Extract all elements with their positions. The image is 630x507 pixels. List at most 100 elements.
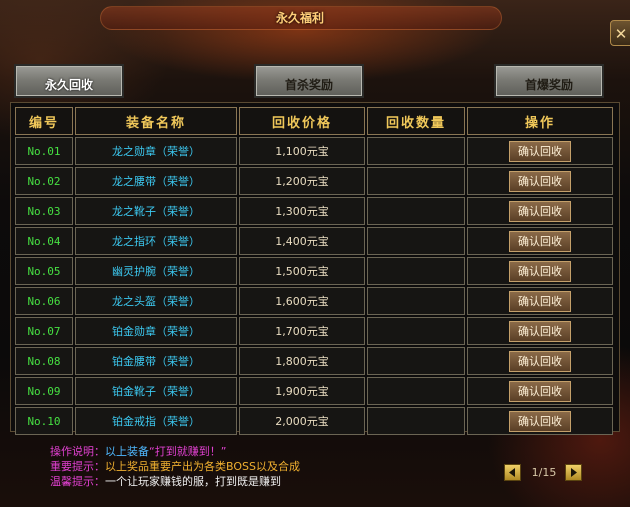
recycle-price: 1,500元宝: [239, 257, 365, 285]
recycle-price: 2,000元宝: [239, 407, 365, 435]
header-item-name: 装备名称: [75, 107, 237, 135]
notes-panel: 操作说明：以上装备“打到就赚到！” 重要提示：以上奖品重要产出为各类BOSS以及…: [50, 444, 300, 489]
confirm-recycle-button[interactable]: 确认回收: [509, 200, 571, 222]
recycle-quantity: [367, 257, 465, 285]
important-note-label: 重要提示：: [50, 460, 105, 473]
action-cell: 确认回收: [467, 137, 613, 165]
recycle-table: 编号 装备名称 回收价格 回收数量 操作 No.01 龙之勋章（荣誉） 1,10…: [13, 105, 615, 437]
table-row: No.04 龙之指环（荣誉） 1,400元宝 确认回收: [15, 227, 613, 255]
action-cell: 确认回收: [467, 227, 613, 255]
action-cell: 确认回收: [467, 257, 613, 285]
item-name: 龙之指环（荣誉）: [75, 227, 237, 255]
item-name: 龙之头盔（荣誉）: [75, 287, 237, 315]
table-row: No.03 龙之靴子（荣誉） 1,300元宝 确认回收: [15, 197, 613, 225]
next-page-button[interactable]: [565, 464, 582, 481]
header-recycle-price: 回收价格: [239, 107, 365, 135]
recycle-window: 永久福利 ✕ 永久回收 首杀奖励 首爆奖励 编号 装备名称 回收价格 回收数量 …: [0, 0, 630, 507]
row-number: No.01: [15, 137, 73, 165]
recycle-quantity: [367, 317, 465, 345]
confirm-recycle-button[interactable]: 确认回收: [509, 290, 571, 312]
confirm-recycle-button[interactable]: 确认回收: [509, 410, 571, 432]
recycle-quantity: [367, 407, 465, 435]
recycle-quantity: [367, 137, 465, 165]
table-row: No.10 铂金戒指（荣誉） 2,000元宝 确认回收: [15, 407, 613, 435]
row-number: No.09: [15, 377, 73, 405]
item-name: 龙之靴子（荣誉）: [75, 197, 237, 225]
action-cell: 确认回收: [467, 197, 613, 225]
table-row: No.06 龙之头盔（荣誉） 1,600元宝 确认回收: [15, 287, 613, 315]
tab-permanent-recycle[interactable]: 永久回收: [14, 64, 124, 98]
action-cell: 确认回收: [467, 287, 613, 315]
recycle-quantity: [367, 377, 465, 405]
operation-note: 操作说明：以上装备“打到就赚到！”: [50, 444, 300, 459]
recycle-price: 1,700元宝: [239, 317, 365, 345]
tab-first-drop-reward[interactable]: 首爆奖励: [494, 64, 604, 98]
item-name: 龙之腰带（荣誉）: [75, 167, 237, 195]
close-icon: ✕: [614, 25, 628, 43]
recycle-price: 1,100元宝: [239, 137, 365, 165]
action-cell: 确认回收: [467, 407, 613, 435]
tab-first-kill-reward[interactable]: 首杀奖励: [254, 64, 364, 98]
item-name: 铂金勋章（荣誉）: [75, 317, 237, 345]
triangle-left-icon: [509, 468, 515, 477]
header-number: 编号: [15, 107, 73, 135]
confirm-recycle-button[interactable]: 确认回收: [509, 320, 571, 342]
table-row: No.09 铂金靴子（荣誉） 1,900元宝 确认回收: [15, 377, 613, 405]
recycle-quantity: [367, 347, 465, 375]
row-number: No.10: [15, 407, 73, 435]
close-button[interactable]: ✕: [610, 20, 630, 46]
table-header-row: 编号 装备名称 回收价格 回收数量 操作: [15, 107, 613, 135]
row-number: No.08: [15, 347, 73, 375]
important-note: 重要提示：以上奖品重要产出为各类BOSS以及合成: [50, 459, 300, 474]
row-number: No.02: [15, 167, 73, 195]
important-note-text: 以上奖品重要产出为各类BOSS以及合成: [105, 460, 300, 473]
item-name: 铂金靴子（荣誉）: [75, 377, 237, 405]
row-number: No.06: [15, 287, 73, 315]
recycle-price: 1,900元宝: [239, 377, 365, 405]
table-row: No.05 幽灵护腕（荣誉） 1,500元宝 确认回收: [15, 257, 613, 285]
page-indicator: 1/15: [531, 466, 557, 479]
header-action: 操作: [467, 107, 613, 135]
confirm-recycle-button[interactable]: 确认回收: [509, 230, 571, 252]
warm-note-text: 一个让玩家赚钱的服，打到既是赚到: [105, 475, 281, 488]
action-cell: 确认回收: [467, 347, 613, 375]
recycle-quantity: [367, 227, 465, 255]
recycle-price: 1,300元宝: [239, 197, 365, 225]
operation-note-label: 操作说明：: [50, 445, 105, 458]
recycle-quantity: [367, 197, 465, 225]
operation-note-text: 以上装备: [105, 445, 149, 458]
recycle-quantity: [367, 287, 465, 315]
confirm-recycle-button[interactable]: 确认回收: [509, 170, 571, 192]
recycle-price: 1,400元宝: [239, 227, 365, 255]
confirm-recycle-button[interactable]: 确认回收: [509, 350, 571, 372]
recycle-price: 1,800元宝: [239, 347, 365, 375]
warm-note: 温馨提示：一个让玩家赚钱的服，打到既是赚到: [50, 474, 300, 489]
window-title: 永久福利: [275, 11, 324, 25]
confirm-recycle-button[interactable]: 确认回收: [509, 140, 571, 162]
triangle-right-icon: [571, 468, 577, 477]
row-number: No.04: [15, 227, 73, 255]
confirm-recycle-button[interactable]: 确认回收: [509, 380, 571, 402]
item-name: 龙之勋章（荣誉）: [75, 137, 237, 165]
recycle-table-panel: 编号 装备名称 回收价格 回收数量 操作 No.01 龙之勋章（荣誉） 1,10…: [10, 102, 620, 435]
item-name: 铂金戒指（荣誉）: [75, 407, 237, 435]
table-row: No.07 铂金勋章（荣誉） 1,700元宝 确认回收: [15, 317, 613, 345]
item-name: 铂金腰带（荣誉）: [75, 347, 237, 375]
recycle-price: 1,200元宝: [239, 167, 365, 195]
recycle-price: 1,600元宝: [239, 287, 365, 315]
table-row: No.08 铂金腰带（荣誉） 1,800元宝 确认回收: [15, 347, 613, 375]
action-cell: 确认回收: [467, 377, 613, 405]
prev-page-button[interactable]: [504, 464, 521, 481]
header-recycle-quantity: 回收数量: [367, 107, 465, 135]
row-number: No.03: [15, 197, 73, 225]
action-cell: 确认回收: [467, 167, 613, 195]
table-row: No.02 龙之腰带（荣誉） 1,200元宝 确认回收: [15, 167, 613, 195]
confirm-recycle-button[interactable]: 确认回收: [509, 260, 571, 282]
recycle-quantity: [367, 167, 465, 195]
action-cell: 确认回收: [467, 317, 613, 345]
row-number: No.05: [15, 257, 73, 285]
item-name: 幽灵护腕（荣誉）: [75, 257, 237, 285]
operation-note-quote: “打到就赚到！”: [149, 445, 227, 458]
table-row: No.01 龙之勋章（荣誉） 1,100元宝 确认回收: [15, 137, 613, 165]
row-number: No.07: [15, 317, 73, 345]
